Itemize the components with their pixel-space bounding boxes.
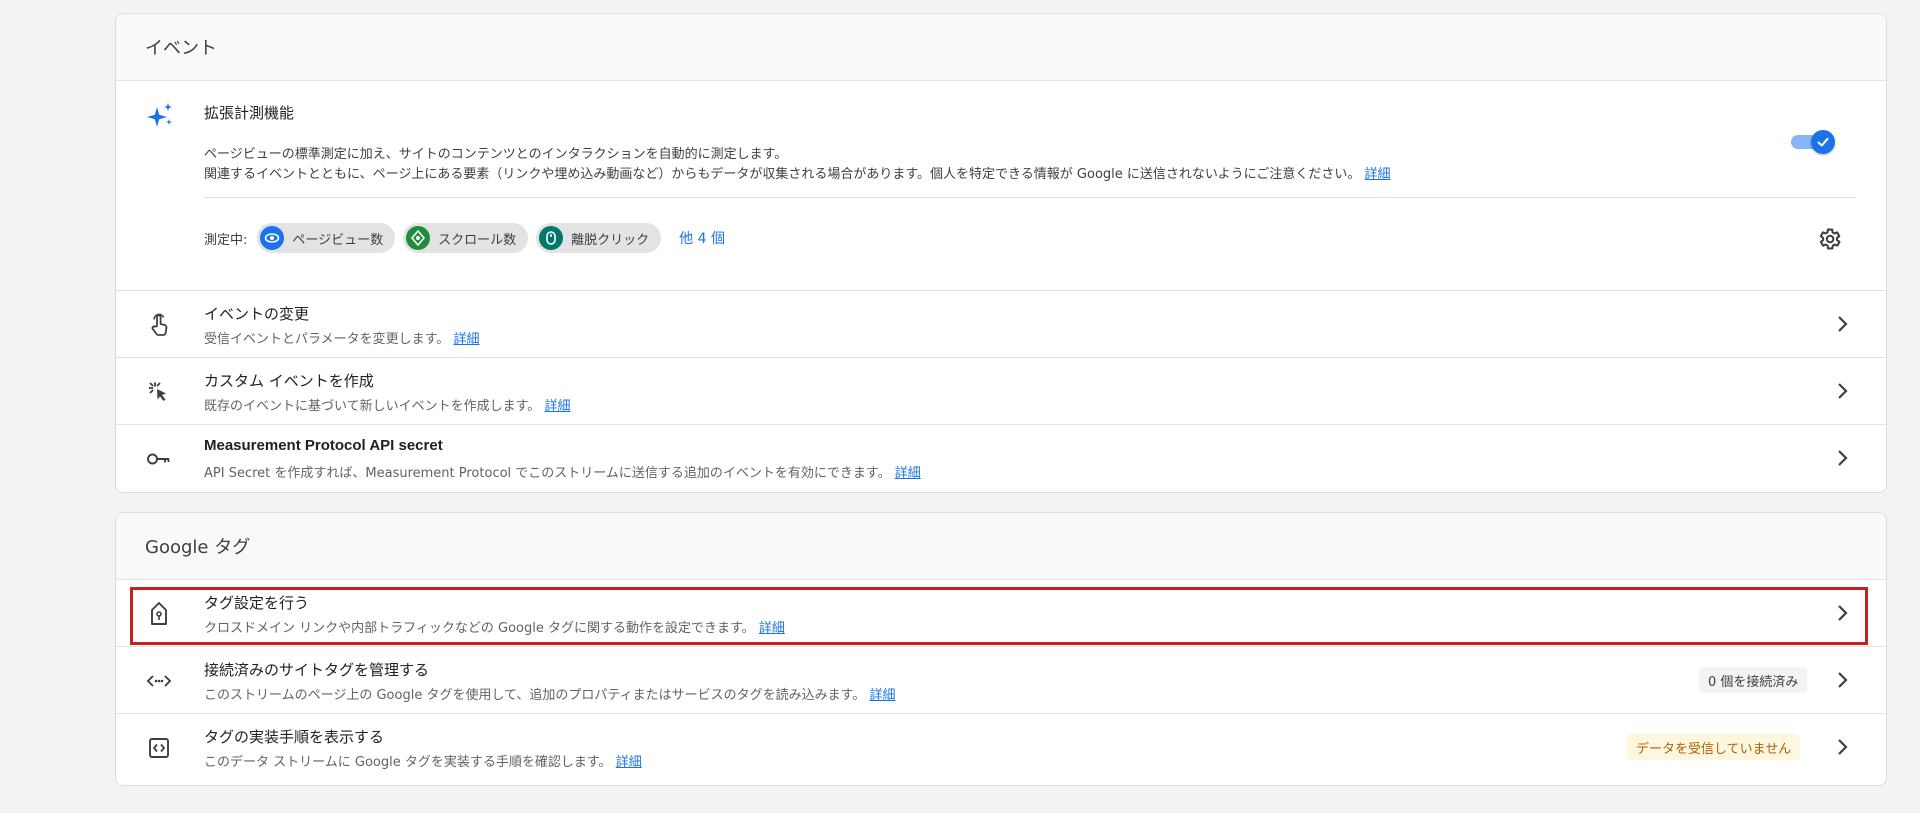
learn-more-link[interactable]: 詳細 xyxy=(759,621,785,636)
row-desc-text: このストリームのページ上の Google タグを使用して、追加のプロパティまたは… xyxy=(204,688,866,703)
cursor-click-icon xyxy=(145,378,173,406)
learn-more-link[interactable]: 詳細 xyxy=(895,466,921,481)
sparkle-icon xyxy=(147,103,172,127)
no-data-badge: データを受信していません xyxy=(1627,734,1801,760)
chevron-right-icon xyxy=(1838,739,1848,755)
touch-icon xyxy=(145,311,173,339)
chip-scroll: スクロール数 xyxy=(403,223,529,253)
row-desc: API Secret を作成すれば、Measurement Protocol で… xyxy=(204,462,921,481)
row-desc-text: このデータ ストリームに Google タグを実装する手順を確認します。 xyxy=(204,755,612,770)
row-desc: このストリームのページ上の Google タグを使用して、追加のプロパティまたは… xyxy=(204,684,896,703)
row-modify-events[interactable]: イベントの変更 受信イベントとパラメータを変更します。 詳細 xyxy=(116,291,1886,358)
enhanced-measurement-title: 拡張計測機能 xyxy=(204,104,295,122)
row-title: カスタム イベントを作成 xyxy=(204,372,374,390)
chevron-right-icon xyxy=(1838,450,1848,466)
code-box-icon xyxy=(145,734,173,762)
row-title: Measurement Protocol API secret xyxy=(204,437,443,454)
mouse-icon xyxy=(539,226,564,250)
chip-label: ページビュー数 xyxy=(292,232,384,248)
row-title: タグの実装手順を表示する xyxy=(204,728,385,746)
row-desc-text: 既存のイベントに基づいて新しいイベントを作成します。 xyxy=(204,399,541,414)
enhanced-learn-more-link[interactable]: 詳細 xyxy=(1365,167,1391,182)
chip-outbound-click: 離脱クリック xyxy=(536,223,662,253)
chevron-right-icon xyxy=(1838,672,1848,688)
google-tag-header: Google タグ xyxy=(116,513,1886,580)
divider xyxy=(204,197,1856,198)
row-desc-text: API Secret を作成すれば、Measurement Protocol で… xyxy=(204,466,891,481)
events-card: イベント 拡張計測機能 ページビューの標準測定に加え、サイトのコンテンツとのイン… xyxy=(115,13,1887,493)
events-header: イベント xyxy=(116,14,1886,81)
learn-more-link[interactable]: 詳細 xyxy=(869,688,895,703)
check-icon xyxy=(1817,137,1829,147)
measuring-chips: 測定中: ページビュー数 スクロール数 離脱クリック 他 4 個 xyxy=(204,223,725,253)
row-desc: このデータ ストリームに Google タグを実装する手順を確認します。 詳細 xyxy=(204,751,642,770)
row-configure-tag-settings[interactable]: タグ設定を行う クロスドメイン リンクや内部トラフィックなどの Google タ… xyxy=(116,580,1886,647)
scroll-icon xyxy=(406,226,431,250)
toggle-knob xyxy=(1811,130,1835,154)
google-tag-card: Google タグ タグ設定を行う クロスドメイン リンクや内部トラフィックなど… xyxy=(115,512,1887,786)
row-desc: 受信イベントとパラメータを変更します。 詳細 xyxy=(204,328,479,347)
row-create-custom-event[interactable]: カスタム イベントを作成 既存のイベントに基づいて新しいイベントを作成します。 … xyxy=(116,358,1886,425)
desc-line-2: 関連するイベントとともに、ページ上にある要素（リンクや埋め込み動画など）からもデ… xyxy=(204,167,1361,182)
more-events-link[interactable]: 他 4 個 xyxy=(679,228,725,248)
enhanced-measurement-desc: ページビューの標準測定に加え、サイトのコンテンツとのインタラクションを自動的に測… xyxy=(204,145,1391,185)
row-manage-connected-site-tags[interactable]: 接続済みのサイトタグを管理する このストリームのページ上の Google タグを… xyxy=(116,647,1886,714)
row-desc: 既存のイベントに基づいて新しいイベントを作成します。 詳細 xyxy=(204,395,570,414)
learn-more-link[interactable]: 詳細 xyxy=(453,332,479,347)
row-desc-text: クロスドメイン リンクや内部トラフィックなどの Google タグに関する動作を… xyxy=(204,621,755,636)
chip-label: 離脱クリック xyxy=(571,232,650,248)
enhanced-measurement-toggle[interactable] xyxy=(1789,129,1835,155)
gear-icon[interactable] xyxy=(1816,226,1842,252)
chip-pageview: ページビュー数 xyxy=(257,223,396,253)
learn-more-link[interactable]: 詳細 xyxy=(616,755,642,770)
chip-label: スクロール数 xyxy=(438,232,517,248)
connected-count-badge: 0 個を接続済み xyxy=(1699,667,1808,693)
tag-icon xyxy=(145,600,173,628)
row-measurement-protocol[interactable]: Measurement Protocol API secret API Secr… xyxy=(116,425,1886,492)
eye-icon xyxy=(260,226,285,250)
row-title: イベントの変更 xyxy=(204,305,310,323)
row-desc: クロスドメイン リンクや内部トラフィックなどの Google タグに関する動作を… xyxy=(204,617,785,636)
learn-more-link[interactable]: 詳細 xyxy=(544,399,570,414)
desc-line-1: ページビューの標準測定に加え、サイトのコンテンツとのインタラクションを自動的に測… xyxy=(204,147,788,162)
row-view-tag-instructions[interactable]: タグの実装手順を表示する このデータ ストリームに Google タグを実装する… xyxy=(116,714,1886,781)
enhanced-measurement-section: 拡張計測機能 ページビューの標準測定に加え、サイトのコンテンツとのインタラクショ… xyxy=(116,81,1886,291)
row-desc-text: 受信イベントとパラメータを変更します。 xyxy=(204,332,450,347)
measuring-label: 測定中: xyxy=(204,232,248,248)
key-icon xyxy=(145,445,173,473)
chevron-right-icon xyxy=(1838,316,1848,332)
code-icon xyxy=(145,667,173,695)
row-title: タグ設定を行う xyxy=(204,594,310,612)
chevron-right-icon xyxy=(1838,383,1848,399)
row-title: 接続済みのサイトタグを管理する xyxy=(204,661,430,679)
chevron-right-icon xyxy=(1838,605,1848,621)
